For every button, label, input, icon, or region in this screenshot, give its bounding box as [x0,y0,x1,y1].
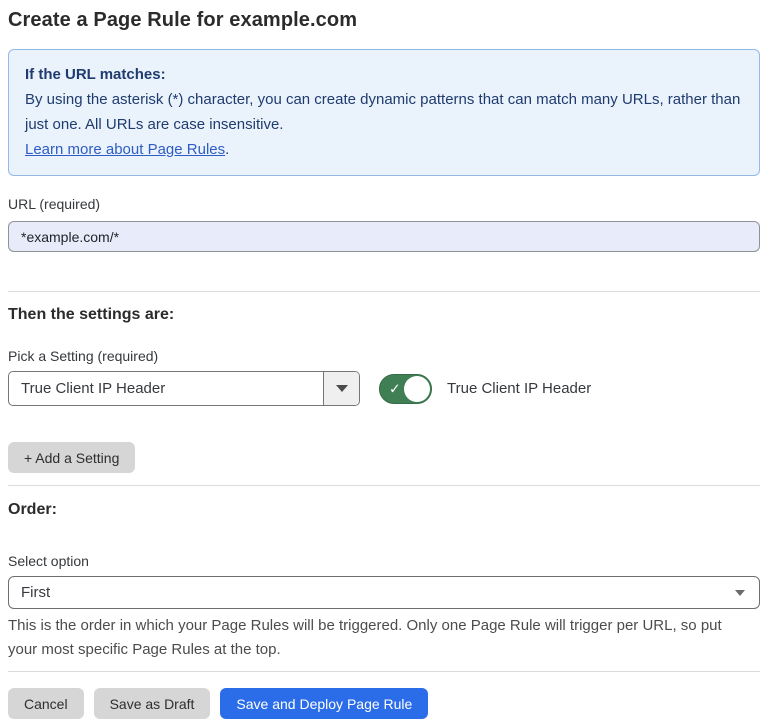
chevron-down-icon [735,590,745,596]
save-and-deploy-button[interactable]: Save and Deploy Page Rule [220,688,428,719]
order-select-label: Select option [8,552,760,570]
link-suffix: . [225,141,229,158]
order-help-text: This is the order in which your Page Rul… [8,614,748,662]
pick-setting-label: Pick a Setting (required) [8,347,760,365]
info-box-heading: If the URL matches: [25,62,743,87]
true-client-ip-toggle[interactable]: ✓ [379,374,432,404]
info-box-link-line: Learn more about Page Rules. [25,137,743,162]
check-icon: ✓ [389,381,401,395]
pick-setting-dropdown-button[interactable] [323,372,359,405]
add-setting-button[interactable]: + Add a Setting [8,442,135,473]
url-field-label: URL (required) [8,195,760,213]
cancel-button[interactable]: Cancel [8,688,84,719]
page-rule-form: Create a Page Rule for example.com If th… [0,0,769,719]
chevron-down-icon [336,385,348,392]
divider [8,671,760,672]
setting-row: True Client IP Header ✓ True Client IP H… [8,371,760,406]
learn-more-link[interactable]: Learn more about Page Rules [25,141,225,158]
url-input[interactable] [8,221,760,252]
order-section-heading: Order: [8,500,760,520]
pick-setting-dropdown[interactable]: True Client IP Header [8,371,360,406]
order-selected-value: First [21,584,735,601]
order-select-dropdown[interactable]: First [8,576,760,609]
info-box-body: By using the asterisk (*) character, you… [25,87,743,137]
toggle-knob [404,376,430,402]
form-actions: Cancel Save as Draft Save and Deploy Pag… [8,688,760,719]
save-as-draft-button[interactable]: Save as Draft [94,688,211,719]
toggle-label: True Client IP Header [447,380,591,397]
divider [8,485,760,486]
true-client-ip-toggle-group: ✓ True Client IP Header [379,374,591,404]
page-title: Create a Page Rule for example.com [8,6,760,34]
settings-section-heading: Then the settings are: [8,305,760,325]
url-matches-info-box: If the URL matches: By using the asteris… [8,49,760,176]
divider [8,291,760,292]
pick-setting-selected-value: True Client IP Header [9,372,323,405]
